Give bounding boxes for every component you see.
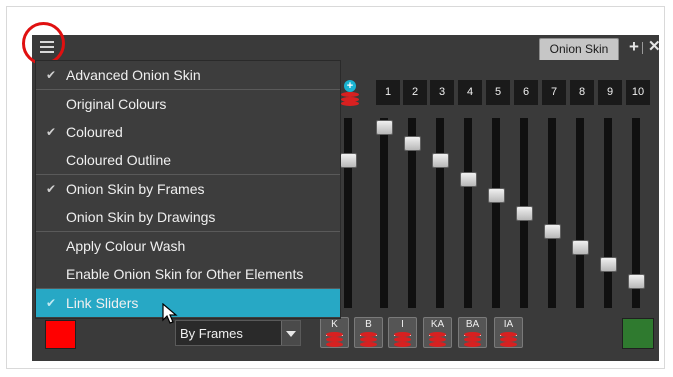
opacity-slider-handle[interactable] <box>516 206 533 221</box>
mouse-cursor-icon <box>162 303 178 324</box>
opacity-slider-track[interactable] <box>380 118 388 308</box>
drawing-mode-button-i[interactable]: I <box>388 317 417 348</box>
opacity-slider-handle[interactable] <box>600 257 617 272</box>
opacity-slider-track[interactable] <box>604 118 612 308</box>
opacity-slider-handle[interactable] <box>460 172 477 187</box>
menu-item-label: Link Sliders <box>66 295 139 311</box>
drawing-mode-button-ba[interactable]: BA <box>458 317 487 348</box>
next-frames-color-swatch[interactable] <box>622 318 654 349</box>
menu-item-apply-colour-wash[interactable]: Apply Colour Wash <box>36 232 340 260</box>
menu-item-advanced-onion-skin[interactable]: ✔ Advanced Onion Skin <box>36 61 340 89</box>
opacity-slider-handle[interactable] <box>544 224 561 239</box>
tab-divider <box>642 42 643 54</box>
opacity-slider-handle[interactable] <box>572 240 589 255</box>
menu-item-label: Advanced Onion Skin <box>66 67 201 83</box>
checkmark-icon: ✔ <box>46 296 57 310</box>
opacity-slider-track[interactable] <box>548 118 556 308</box>
add-panel-icon[interactable]: + <box>627 38 641 55</box>
frame-slot-7[interactable]: 7 <box>542 80 566 105</box>
frame-slot-10[interactable]: 10 <box>626 80 650 105</box>
frame-slot-8[interactable]: 8 <box>570 80 594 105</box>
mode-button-label: I <box>401 319 404 330</box>
drawing-mode-button-k[interactable]: K <box>320 317 349 348</box>
opacity-slider-track[interactable] <box>464 118 472 308</box>
opacity-slider-track[interactable] <box>344 118 352 308</box>
highlight-circle <box>22 22 65 65</box>
checkmark-icon: ✔ <box>46 125 57 139</box>
opacity-slider-handle[interactable] <box>628 274 645 289</box>
opacity-slider-track[interactable] <box>436 118 444 308</box>
dropdown-value: By Frames <box>180 326 243 341</box>
menu-item-link-sliders[interactable]: ✔ Link Sliders <box>36 289 340 317</box>
menu-item-label: Coloured <box>66 124 123 140</box>
menu-item-onion-skin-by-drawings[interactable]: Onion Skin by Drawings <box>36 203 340 231</box>
frame-slot-9[interactable]: 9 <box>598 80 622 105</box>
menu-item-label: Enable Onion Skin for Other Elements <box>66 266 304 282</box>
menu-item-label: Apply Colour Wash <box>66 238 186 254</box>
menu-item-label: Onion Skin by Frames <box>66 181 205 197</box>
mode-button-label: BA <box>465 319 480 330</box>
tab-onion-skin[interactable]: Onion Skin <box>539 38 619 60</box>
frame-slot-3[interactable]: 3 <box>430 80 454 105</box>
menu-item-original-colours[interactable]: Original Colours <box>36 90 340 118</box>
checkmark-icon: ✔ <box>46 68 57 82</box>
frame-slot-2[interactable]: 2 <box>403 80 427 105</box>
opacity-slider-handle[interactable] <box>404 136 421 151</box>
drawing-mode-button-b[interactable]: B <box>354 317 383 348</box>
plus-circle-icon: + <box>344 80 356 92</box>
chevron-down-icon <box>286 331 296 337</box>
close-icon[interactable]: ✕ <box>648 39 661 55</box>
mode-button-label: IA <box>503 319 514 330</box>
frame-slot-5[interactable]: 5 <box>486 80 510 105</box>
menu-item-enable-onion-skin-other-elements[interactable]: Enable Onion Skin for Other Elements <box>36 260 340 288</box>
drawing-mode-button-ia[interactable]: IA <box>494 317 523 348</box>
checkmark-icon: ✔ <box>46 182 57 196</box>
dropdown-arrow-button[interactable] <box>281 321 300 345</box>
opacity-slider-track[interactable] <box>492 118 500 308</box>
menu-item-coloured-outline[interactable]: Coloured Outline <box>36 146 340 174</box>
panel-menu: ✔ Advanced Onion Skin Original Colours ✔… <box>35 60 341 319</box>
mode-button-label: KA <box>430 319 445 330</box>
menu-item-label: Original Colours <box>66 96 167 112</box>
opacity-slider-handle[interactable] <box>376 120 393 135</box>
add-slot-button[interactable]: + <box>338 80 362 107</box>
frame-slot-6[interactable]: 6 <box>514 80 538 105</box>
frame-slot-1[interactable]: 1 <box>376 80 400 105</box>
previous-frames-color-swatch[interactable] <box>45 320 76 349</box>
mode-button-label: K <box>331 319 338 330</box>
onion-skin-mode-dropdown[interactable]: By Frames <box>175 320 301 346</box>
mode-button-label: B <box>365 319 372 330</box>
menu-item-onion-skin-by-frames[interactable]: ✔ Onion Skin by Frames <box>36 175 340 203</box>
menu-item-coloured[interactable]: ✔ Coloured <box>36 118 340 146</box>
drawing-mode-button-ka[interactable]: KA <box>423 317 452 348</box>
opacity-slider-track[interactable] <box>576 118 584 308</box>
menu-item-label: Onion Skin by Drawings <box>66 209 216 225</box>
opacity-slider-handle[interactable] <box>488 188 505 203</box>
frame-slot-4[interactable]: 4 <box>458 80 482 105</box>
opacity-slider-handle[interactable] <box>340 153 357 168</box>
menu-item-label: Coloured Outline <box>66 152 172 168</box>
opacity-slider-handle[interactable] <box>432 153 449 168</box>
